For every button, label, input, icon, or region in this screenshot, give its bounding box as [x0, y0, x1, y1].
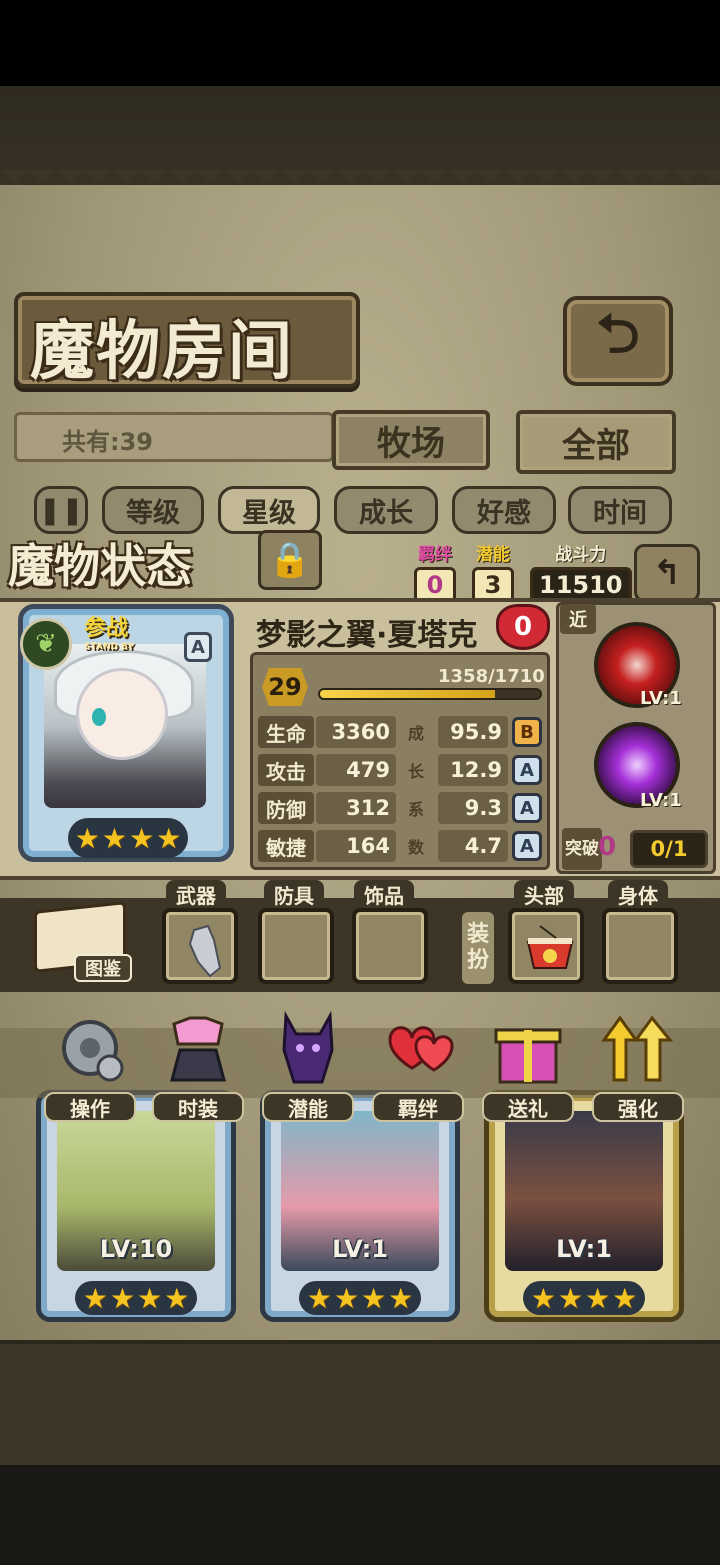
page-title: 魔物房间: [30, 314, 294, 389]
sort-level[interactable]: 等级: [102, 486, 204, 534]
slot-label: 武器: [166, 880, 226, 908]
hearts-icon: [380, 1010, 456, 1088]
action-operate-button[interactable]: 操作: [44, 1010, 136, 1122]
grade-badge: A: [512, 831, 542, 861]
stat-row-attack: 攻击 479 长 12.9 A: [258, 754, 544, 786]
grade-badge: A: [512, 793, 542, 823]
status-back-button[interactable]: ↰: [634, 544, 700, 602]
leaf-icon: ❦: [20, 618, 72, 670]
slot-label: 头部: [514, 880, 574, 908]
power-stat: 战斗力 11510: [530, 540, 632, 603]
monster-portrait-card[interactable]: ❦ 参战 STAND BY A ★ ★ ★ ★: [6, 604, 244, 874]
range-badge: 近: [560, 604, 596, 634]
action-enhance-button[interactable]: 强化: [592, 1010, 684, 1122]
exp-bar: [318, 688, 542, 700]
lock-icon: 🔒: [268, 540, 312, 580]
sort-star[interactable]: 星级: [218, 486, 320, 534]
armor-slot[interactable]: [258, 908, 334, 984]
bond-stat: 羁绊 0: [414, 540, 456, 603]
level-badge: 29: [262, 668, 308, 706]
stat-row-agility: 敏捷 164 数 4.7 A: [258, 830, 544, 862]
accessory-slot[interactable]: [352, 908, 428, 984]
skill-level: LV:1: [640, 688, 682, 709]
star-rating: ★ ★ ★ ★: [68, 818, 188, 858]
slot-label: 饰品: [354, 880, 414, 908]
skill-level: LV:1: [640, 790, 682, 811]
stat-row-hp: 生命 3360 成 95.9 B: [258, 716, 544, 748]
up-arrows-icon: [600, 1010, 676, 1088]
star-rating: ★ ★ ★ ★: [299, 1281, 421, 1315]
monster-card[interactable]: LV:10 ★ ★ ★ ★: [36, 1090, 236, 1322]
sort-toggle-button[interactable]: ❚❚: [34, 486, 88, 534]
star-rating: ★ ★ ★ ★: [523, 1281, 645, 1315]
status-title: 魔物状态: [8, 539, 192, 593]
slot-label: 防具: [264, 880, 324, 908]
navigation-bar-area: [0, 1465, 720, 1565]
tab-ranch[interactable]: 牧场: [332, 410, 490, 470]
grade-badge: B: [512, 717, 542, 747]
back-button[interactable]: ⮌: [563, 296, 673, 386]
name-row: 梦影之翼·夏塔克 0: [252, 604, 552, 653]
sort-growth[interactable]: 成长: [334, 486, 438, 534]
stat-row-defense: 防御 312 系 9.3 A: [258, 792, 544, 824]
monster-name: 梦影之翼·夏塔克: [256, 618, 478, 653]
body-slot[interactable]: [602, 908, 678, 984]
exp-text: 1358/1710: [438, 666, 545, 687]
status-bar-area: [0, 0, 720, 86]
breakthrough-progress[interactable]: 0/1: [630, 830, 708, 868]
monster-level: LV:10: [99, 1235, 173, 1263]
action-gift-button[interactable]: 送礼: [482, 1010, 574, 1122]
monster-card[interactable]: LV:1 ★ ★ ★ ★: [484, 1090, 684, 1322]
action-potential-button[interactable]: 潜能: [262, 1010, 354, 1122]
outfit-label: 装扮: [462, 912, 494, 984]
breakthrough-label: 突破: [562, 828, 602, 870]
potential-stat: 潜能 3: [472, 540, 514, 603]
map-bottom: [0, 1340, 720, 1465]
standby-badge: 参战 STAND BY: [84, 616, 134, 652]
collection-count: 共有:39: [62, 428, 153, 456]
sort-affection[interactable]: 好感: [452, 486, 556, 534]
pause-icon: ❚❚: [38, 494, 84, 526]
return-icon: ↰: [652, 553, 682, 593]
grade-badge: A: [512, 755, 542, 785]
gear-icon: [52, 1010, 128, 1088]
noodle-bowl-icon: [526, 922, 574, 974]
tab-all[interactable]: 全部: [516, 410, 676, 474]
exp-fill: [320, 690, 495, 698]
return-icon: ⮌: [596, 302, 640, 365]
monster-level: LV:1: [556, 1235, 612, 1263]
gift-icon: [490, 1010, 566, 1088]
statue-item-icon: [180, 922, 222, 978]
monster-card[interactable]: LV:1 ★ ★ ★ ★: [260, 1090, 460, 1322]
weapon-slot[interactable]: [162, 908, 238, 984]
breakthrough-value: 0: [598, 832, 617, 862]
monster-level: LV:1: [332, 1235, 388, 1263]
outfit-icon: [160, 1010, 236, 1088]
guide-button[interactable]: 图鉴: [30, 896, 134, 986]
star-rating: ★ ★ ★ ★: [75, 1281, 197, 1315]
affection-heart[interactable]: 0: [496, 604, 550, 650]
lock-button[interactable]: 🔒: [258, 530, 322, 590]
slot-label: 身体: [608, 880, 668, 908]
action-fashion-button[interactable]: 时装: [152, 1010, 244, 1122]
rank-badge: A: [184, 632, 212, 662]
head-slot[interactable]: [508, 908, 584, 984]
demon-silhouette-icon: [270, 1010, 346, 1088]
torn-edge: [0, 170, 720, 198]
sort-time[interactable]: 时间: [568, 486, 672, 534]
action-bond-button[interactable]: 羁绊: [372, 1010, 464, 1122]
